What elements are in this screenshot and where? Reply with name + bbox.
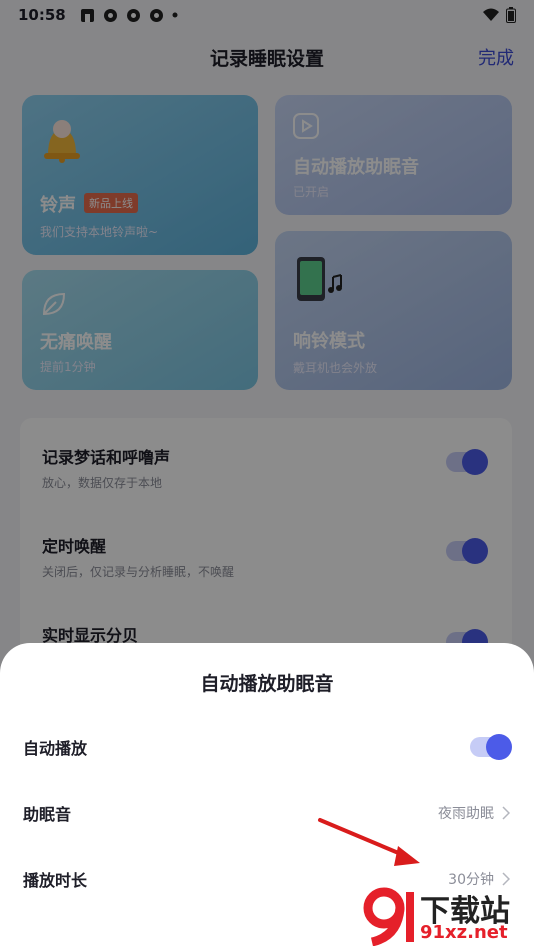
watermark-url: 91xz.net — [420, 922, 508, 943]
watermark-logo-icon — [363, 887, 414, 946]
watermark: 下载站 91xz.net — [358, 886, 528, 946]
annotation-arrow-icon — [318, 818, 420, 866]
